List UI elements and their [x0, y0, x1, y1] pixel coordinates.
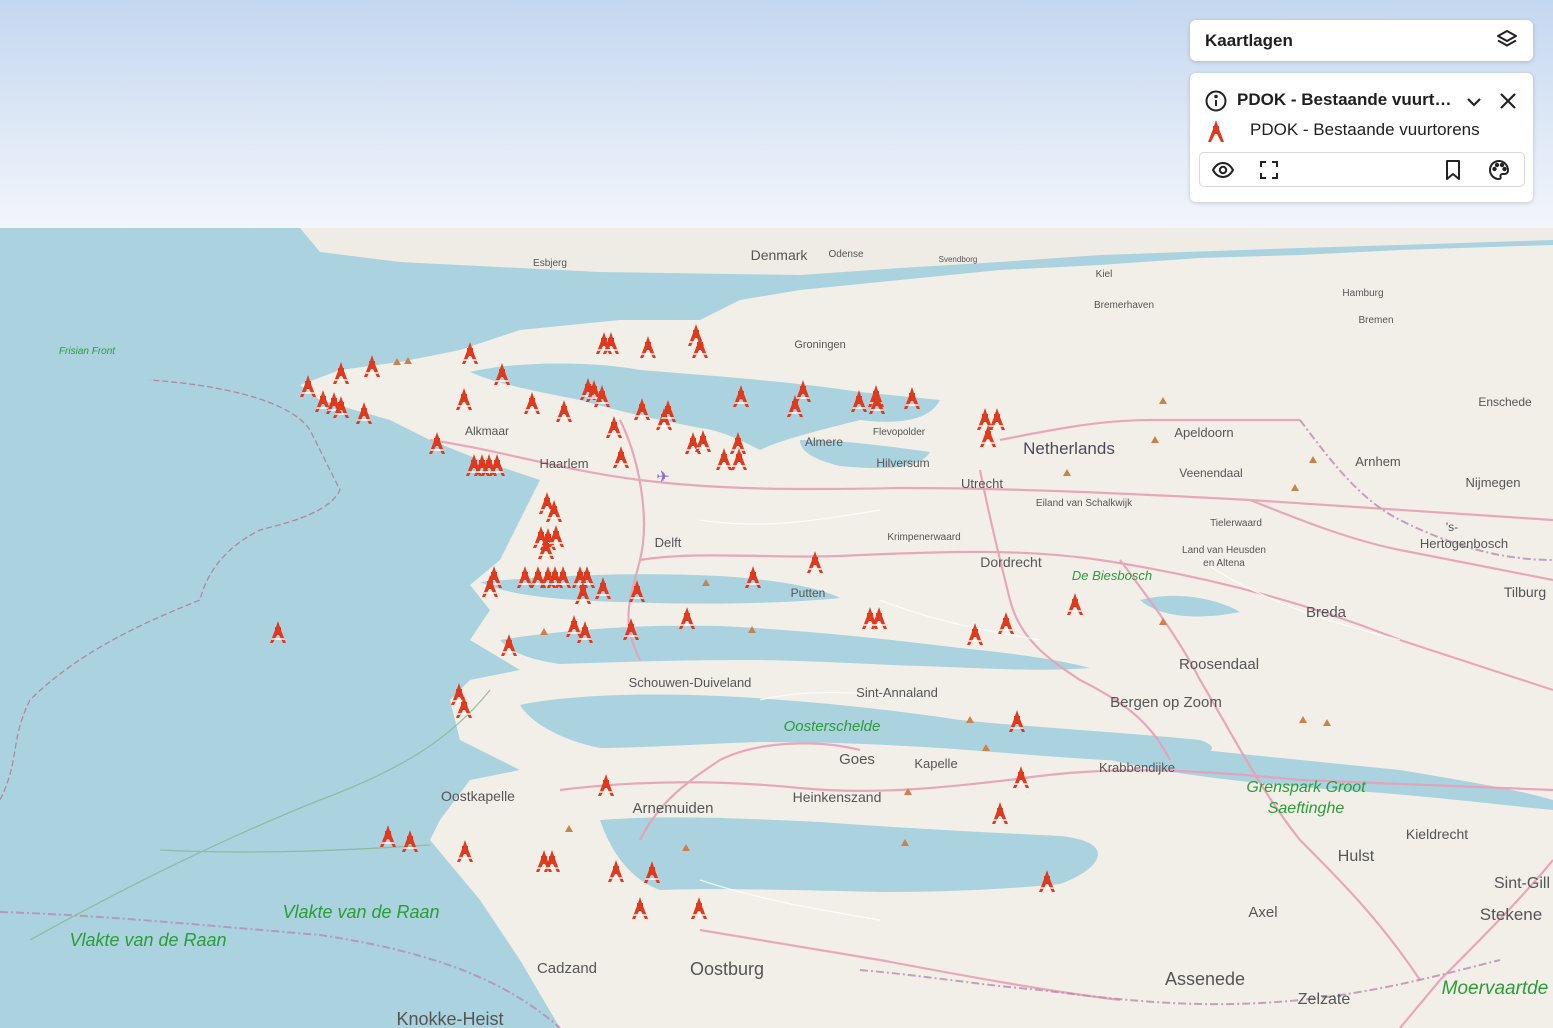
layers-panel-title: Kaartlagen: [1205, 31, 1293, 50]
label-veenendaal: Veenendaal: [1179, 466, 1242, 480]
label-land-heusden: Land van Heusden: [1182, 545, 1266, 556]
label-kiel: Kiel: [1096, 269, 1113, 280]
lighthouse-icon: [1208, 119, 1224, 143]
label-utrecht: Utrecht: [961, 476, 1003, 491]
label-goes: Goes: [839, 751, 875, 768]
label-krimpenerwaard: Krimpenerwaard: [887, 532, 960, 543]
label-oostkapelle: Oostkapelle: [441, 788, 515, 804]
label-assenede: Assenede: [1165, 969, 1245, 989]
label-heinkenszand: Heinkenszand: [793, 789, 882, 805]
label-tilburg: Tilburg: [1504, 584, 1546, 600]
label-nijmegen: Nijmegen: [1466, 475, 1521, 490]
label-eiland: Eiland van Schalkwijk: [1036, 498, 1133, 509]
label-oosterschelde: Oosterschelde: [784, 718, 881, 735]
layers-panel-header: Kaartlagen: [1190, 20, 1533, 61]
label-frisian-front: Frisian Front: [59, 346, 116, 357]
label-delft: Delft: [655, 535, 682, 550]
label-arnemuiden: Arnemuiden: [633, 800, 714, 817]
label-apeldoorn: Apeldoorn: [1174, 425, 1233, 440]
label-knokke: Knokke-Heist: [396, 1009, 503, 1028]
label-sint-annaland: Sint-Annaland: [856, 685, 938, 700]
label-arnhem: Arnhem: [1355, 454, 1401, 469]
label-bremerhaven: Bremerhaven: [1094, 300, 1154, 311]
label-odense: Odense: [828, 249, 863, 260]
palette-icon[interactable]: [1487, 158, 1511, 182]
label-hertogenbosch: Hertogenbosch: [1420, 536, 1508, 551]
eye-icon[interactable]: [1211, 158, 1235, 182]
zoom-to-extent-icon[interactable]: [1257, 158, 1281, 182]
label-hulst: Hulst: [1338, 848, 1375, 865]
label-kapelle: Kapelle: [914, 756, 957, 771]
label-kieldrecht: Kieldrecht: [1406, 826, 1468, 842]
label-cadzand: Cadzand: [537, 960, 597, 977]
label-putten: Putten: [791, 586, 826, 600]
label-grenspark2: Saeftinghe: [1268, 800, 1345, 817]
label-esbjerg: Esbjerg: [533, 258, 567, 269]
label-schouwen: Schouwen-Duiveland: [629, 675, 752, 690]
label-bergen: Bergen op Zoom: [1110, 694, 1222, 711]
close-icon[interactable]: [1496, 89, 1518, 111]
layers-icon[interactable]: [1495, 28, 1519, 52]
chevron-down-icon[interactable]: [1462, 90, 1484, 112]
label-roosendaal: Roosendaal: [1179, 656, 1259, 673]
label-grenspark1: Grenspark Groot: [1246, 779, 1366, 796]
label-tielerwaard: Tielerwaard: [1210, 518, 1262, 529]
label-netherlands: Netherlands: [1023, 439, 1115, 458]
label-oostburg: Oostburg: [690, 959, 764, 979]
bookmark-icon[interactable]: [1441, 158, 1465, 182]
label-s: 's-: [1446, 520, 1458, 534]
label-almere: Almere: [805, 435, 843, 449]
label-stekene: Stekene: [1480, 905, 1542, 924]
label-svendborg: Svendborg: [939, 255, 978, 264]
label-enschede: Enschede: [1478, 395, 1532, 409]
label-moervaart: Moervaartde: [1442, 978, 1549, 999]
info-icon[interactable]: [1204, 89, 1228, 113]
label-en-altena: en Altena: [1203, 558, 1245, 569]
label-hilversum: Hilversum: [876, 456, 929, 470]
label-denmark: Denmark: [751, 247, 809, 263]
label-sint-gill: Sint-Gill: [1494, 875, 1550, 892]
label-biesbosch: De Biesbosch: [1072, 568, 1152, 583]
airport-icon: ✈: [656, 469, 669, 486]
label-dordrecht: Dordrecht: [980, 554, 1042, 570]
label-krabbendijke: Krabbendijke: [1099, 760, 1175, 775]
layer-card: PDOK - Bestaande vuurtorens PDOK - Besta…: [1190, 73, 1533, 202]
label-hamburg: Hamburg: [1342, 288, 1383, 299]
legend-label: PDOK - Bestaande vuurtorens: [1250, 120, 1480, 139]
label-breda: Breda: [1306, 604, 1347, 621]
label-alkmaar: Alkmaar: [465, 424, 509, 438]
label-bremen: Bremen: [1358, 315, 1393, 326]
label-axel: Axel: [1248, 904, 1277, 921]
label-vlakte-2: Vlakte van de Raan: [69, 930, 226, 950]
label-flevopolder: Flevopolder: [873, 427, 926, 438]
label-groningen: Groningen: [794, 339, 845, 351]
label-zelzate: Zelzate: [1298, 991, 1351, 1008]
layer-toolbar: [1199, 152, 1525, 187]
layer-title: PDOK - Bestaande vuurtorens: [1237, 90, 1459, 109]
label-vlakte-1: Vlakte van de Raan: [282, 902, 439, 922]
label-haarlem: Haarlem: [539, 456, 588, 471]
